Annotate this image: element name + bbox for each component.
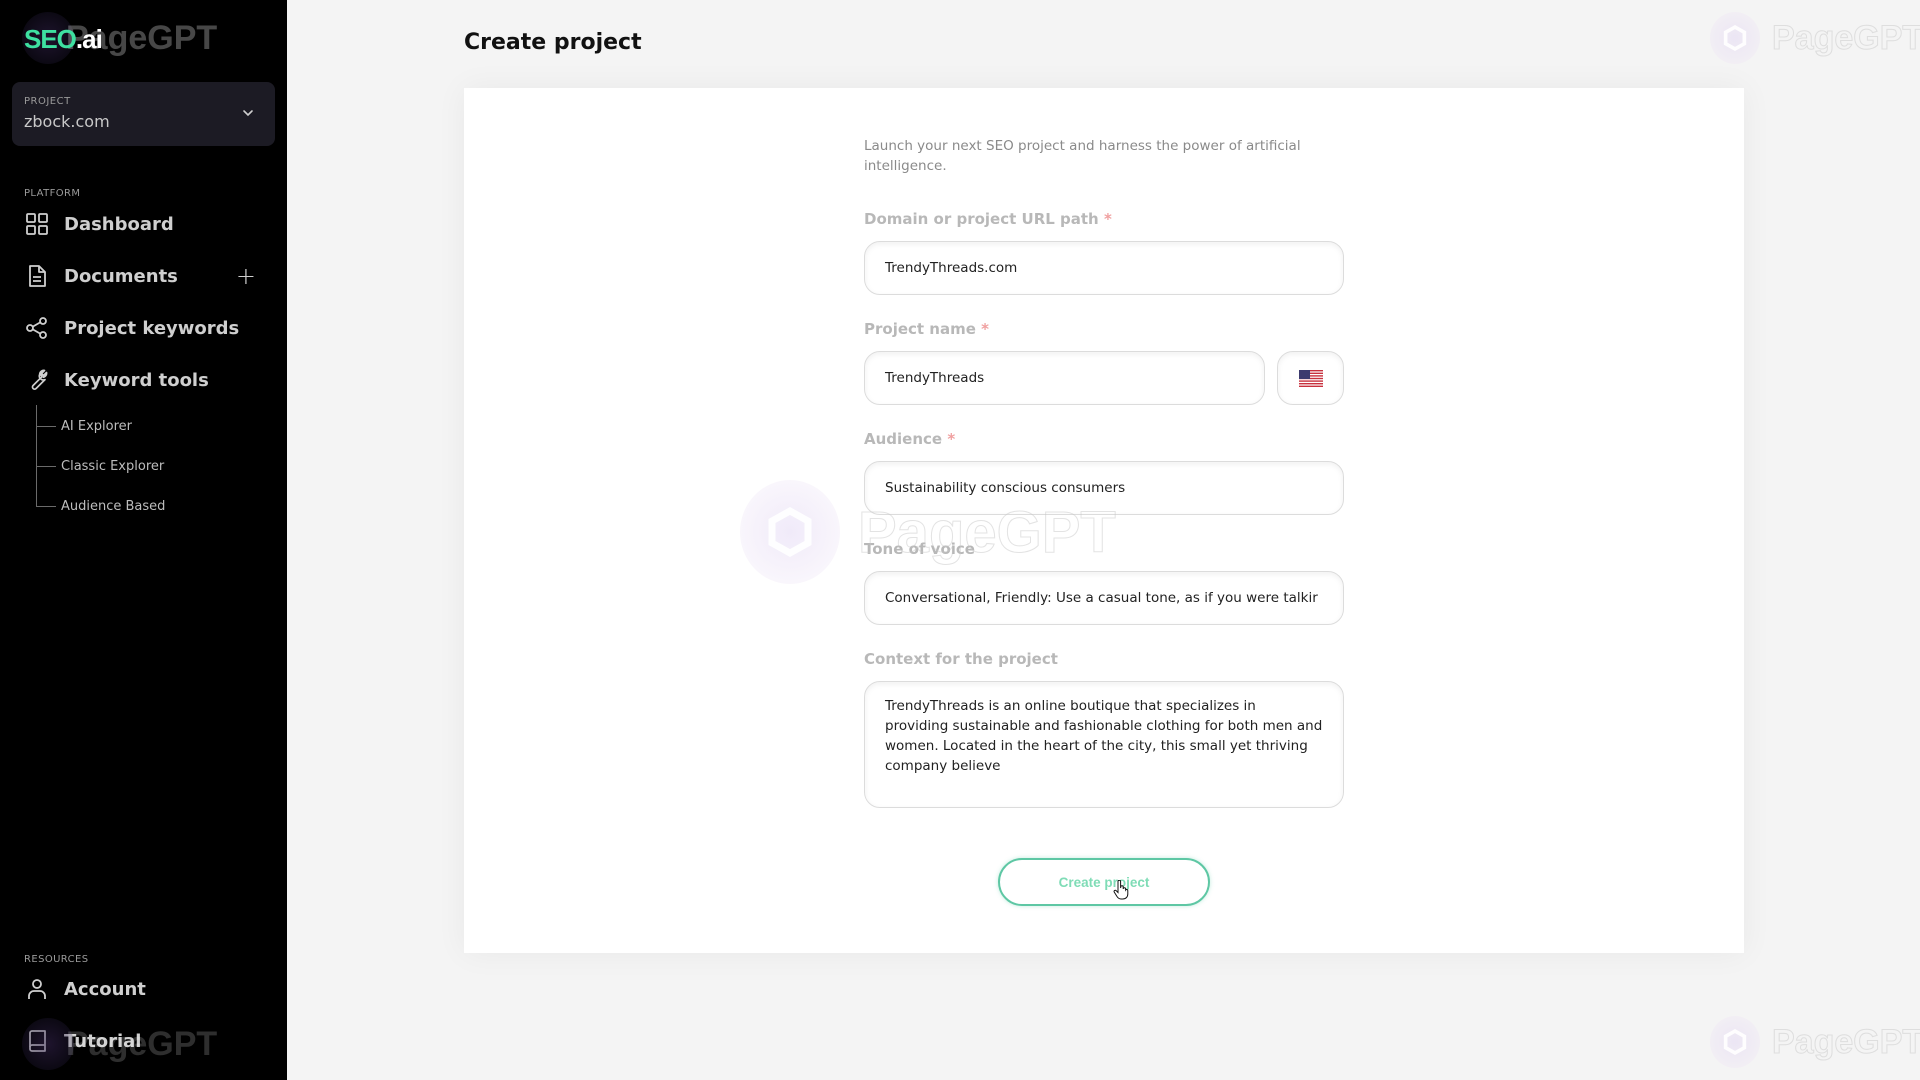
country-select-button[interactable] xyxy=(1277,351,1344,405)
logo-suffix: .ai xyxy=(75,24,103,54)
project-name-label-text: Project name xyxy=(864,320,976,338)
audience-input[interactable]: Sustainability conscious consumers xyxy=(864,461,1344,515)
sidebar-item-label: Documents xyxy=(64,265,178,287)
wrench-icon xyxy=(24,367,50,393)
tone-label-text: Tone of voice xyxy=(864,540,975,558)
page-title: Create project xyxy=(464,30,642,55)
required-asterisk: * xyxy=(1103,210,1112,228)
sidebar-item-label: Keyword tools xyxy=(64,369,209,391)
sidebar-item-label: Dashboard xyxy=(64,213,174,235)
project-name-input-value: TrendyThreads xyxy=(885,370,985,386)
required-asterisk: * xyxy=(947,430,956,448)
audience-label-text: Audience xyxy=(864,430,943,448)
sidebar-subitem-audience-based[interactable]: Audience Based xyxy=(36,496,165,516)
sidebar-item-keyword-tools[interactable]: Keyword tools xyxy=(24,362,264,398)
domain-input-value: TrendyThreads.com xyxy=(885,260,1018,276)
dashboard-grid-icon xyxy=(24,211,50,237)
tree-branch xyxy=(36,505,56,507)
platform-section-label: PLATFORM xyxy=(24,188,81,199)
watermark-text: PageGPT xyxy=(1771,1022,1920,1061)
audience-input-value: Sustainability conscious consumers xyxy=(885,480,1126,496)
sidebar-item-project-keywords[interactable]: Project keywords xyxy=(24,310,264,346)
sidebar-item-tutorial[interactable]: Tutorial xyxy=(24,1023,264,1059)
tone-of-voice-label: Tone of voice xyxy=(864,540,975,558)
user-icon xyxy=(24,976,50,1002)
project-selector-value: zbock.com xyxy=(24,112,110,131)
chevron-down-icon xyxy=(243,110,253,117)
create-project-form: Launch your next SEO project and harness… xyxy=(864,136,1344,808)
domain-label: Domain or project URL path * xyxy=(864,210,1112,228)
create-project-button[interactable]: Create project xyxy=(998,858,1210,906)
sidebar-subitem-label: Classic Explorer xyxy=(61,458,165,474)
sidebar-subitem-label: Audience Based xyxy=(61,498,166,514)
watermark-bottom-right: PageGPT xyxy=(1710,1016,1920,1068)
resources-section-label: RESOURCES xyxy=(24,954,89,965)
tone-of-voice-input[interactable]: Conversational, Friendly: Use a casual t… xyxy=(864,571,1344,625)
watermark-hex-icon xyxy=(1710,12,1760,64)
sidebar: PageGPT SEO.ai PROJECT zbock.com PLATFOR… xyxy=(0,0,287,1080)
tree-branch xyxy=(36,465,56,467)
hand-pointer-cursor-icon xyxy=(1113,880,1129,900)
sidebar-item-label: Tutorial xyxy=(64,1030,142,1052)
sidebar-subitem-label: AI Explorer xyxy=(61,418,132,434)
project-name-input[interactable]: TrendyThreads xyxy=(864,351,1265,405)
sidebar-item-label: Project keywords xyxy=(64,317,240,339)
context-textarea-value: TrendyThreads is an online boutique that… xyxy=(885,698,1323,774)
sidebar-item-dashboard[interactable]: Dashboard xyxy=(24,206,264,242)
seo-ai-logo[interactable]: SEO.ai xyxy=(24,24,103,55)
project-selector[interactable]: PROJECT zbock.com xyxy=(12,82,275,146)
context-textarea[interactable]: TrendyThreads is an online boutique that… xyxy=(864,681,1344,808)
us-flag-icon xyxy=(1298,369,1323,387)
required-asterisk: * xyxy=(981,320,989,338)
project-selector-label: PROJECT xyxy=(24,96,71,107)
sidebar-subitem-ai-explorer[interactable]: AI Explorer xyxy=(36,416,132,436)
domain-label-text: Domain or project URL path xyxy=(864,210,1099,228)
watermark-text: PageGPT xyxy=(1771,18,1920,57)
domain-input[interactable]: TrendyThreads.com xyxy=(864,241,1344,295)
form-intro-text: Launch your next SEO project and harness… xyxy=(864,138,1301,174)
logo-main: SEO xyxy=(24,24,77,54)
sidebar-item-label: Account xyxy=(64,978,146,1000)
watermark-top-right: PageGPT xyxy=(1710,12,1920,64)
book-icon xyxy=(24,1028,50,1054)
sidebar-subitem-classic-explorer[interactable]: Classic Explorer xyxy=(36,456,164,476)
sidebar-item-account[interactable]: Account xyxy=(24,971,264,1007)
tone-input-value: Conversational, Friendly: Use a casual t… xyxy=(885,590,1318,606)
audience-label: Audience * xyxy=(864,430,955,448)
document-icon xyxy=(24,263,50,289)
context-label-text: Context for the project xyxy=(864,650,1058,668)
share-nodes-icon xyxy=(24,315,50,341)
add-document-plus-icon[interactable]: + xyxy=(236,262,256,290)
watermark-hex-icon xyxy=(1710,1016,1760,1068)
context-label: Context for the project xyxy=(864,650,1058,668)
tree-branch xyxy=(36,425,56,427)
project-name-label: Project name * xyxy=(864,320,989,338)
sidebar-item-documents[interactable]: Documents + xyxy=(24,258,264,294)
